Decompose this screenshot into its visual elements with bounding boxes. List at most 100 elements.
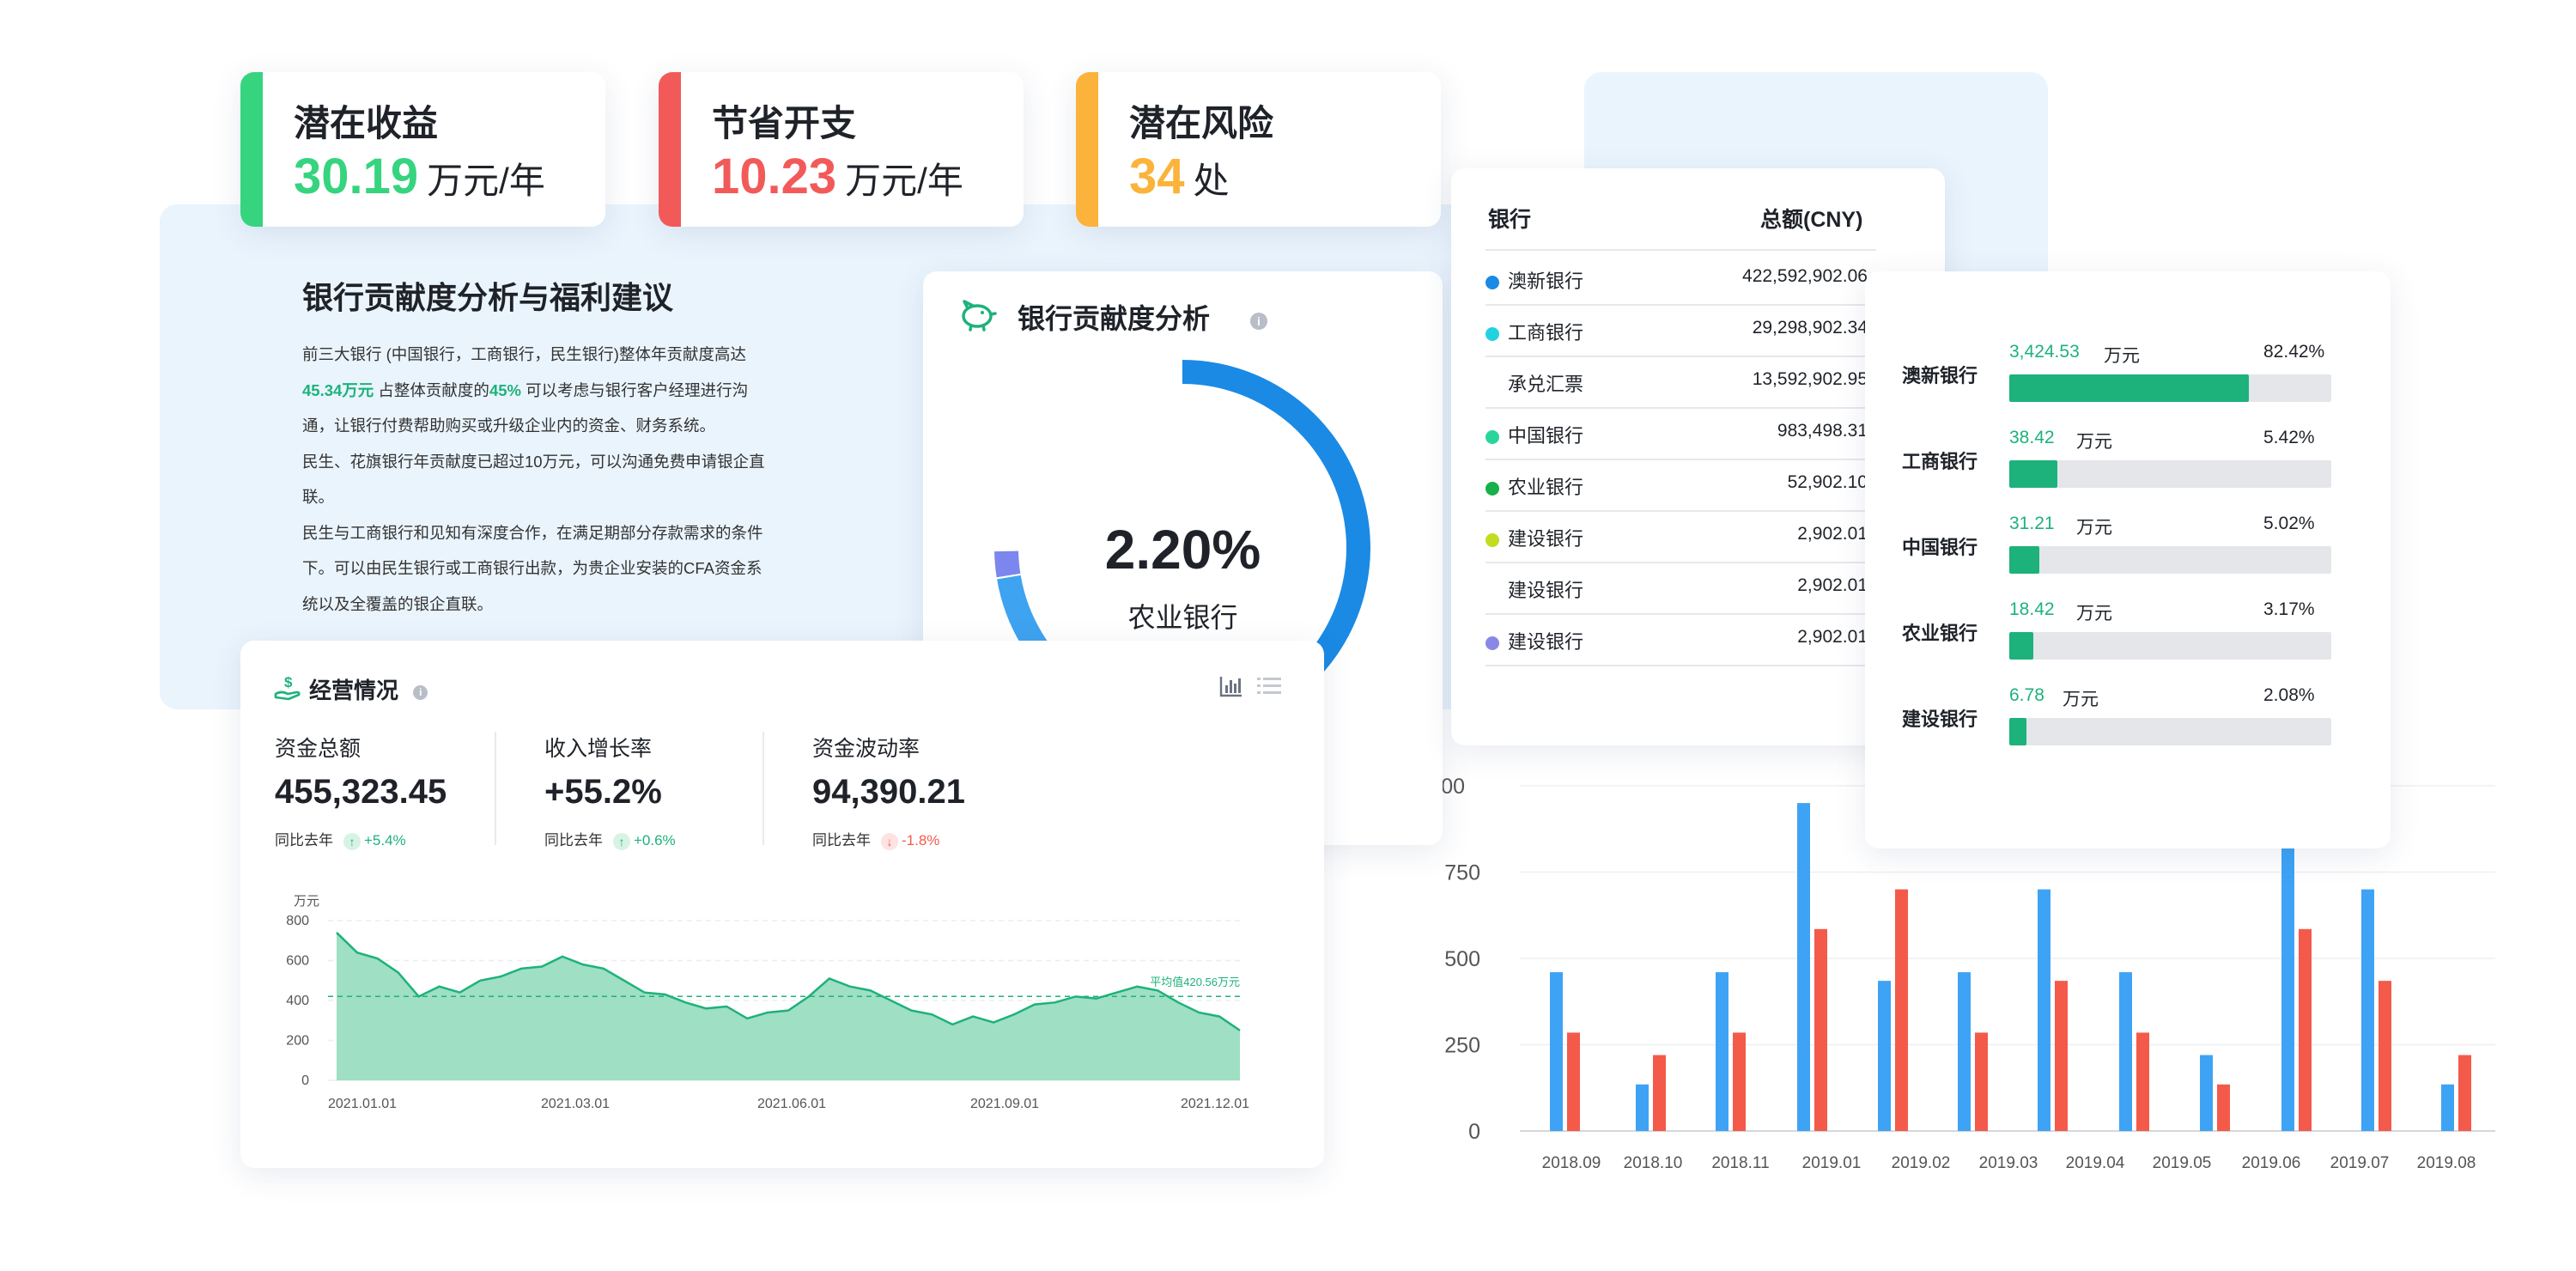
advice-text: 前三大银行 (中国银行，工商银行，民生银行)整体年贡献度高达45.34万元 占整… — [302, 345, 765, 613]
bar[interactable] — [1733, 1032, 1746, 1131]
metric-value-growth-rate: +55.2% — [544, 773, 662, 811]
bar[interactable] — [2136, 1032, 2149, 1131]
area-fill — [337, 932, 1240, 1080]
row-bank-name: 建设银行 — [1508, 631, 1584, 653]
bar[interactable] — [2299, 928, 2312, 1131]
table-row[interactable]: 建设银行 2,902.01 — [1485, 512, 1876, 563]
bar[interactable] — [2200, 1055, 2213, 1131]
operations-title: 经营情况 i — [309, 673, 428, 705]
x-tick-label: 2019.03 — [1979, 1154, 2038, 1172]
ratio-progress-fill — [2009, 374, 2250, 402]
kpi-value: 10.23 — [712, 149, 837, 204]
metric-compare-total-funds: 同比去年 ↑ +5.4% — [275, 832, 406, 850]
ratio-unit: 万元 — [2063, 690, 2099, 709]
table-row[interactable]: 中国银行 983,498.31 — [1485, 409, 1876, 460]
table-row[interactable]: 农业银行 52,902.10 — [1485, 460, 1876, 512]
bar[interactable] — [1975, 1032, 1988, 1131]
x-tick-label: 2018.10 — [1624, 1154, 1683, 1172]
table-row[interactable]: 澳新银行 422,592,902.06 — [1485, 254, 1876, 306]
table-row[interactable]: 建设银行 2,902.01 — [1485, 563, 1876, 615]
table-header-divider — [1485, 249, 1876, 251]
kpi-value: 34 — [1129, 149, 1185, 204]
legend-dot — [1485, 430, 1499, 444]
advice-paragraph-2: 民生、花旗银行年贡献度已超过10万元，可以沟通免费申请银企直联。 — [302, 452, 765, 507]
bar[interactable] — [1550, 972, 1563, 1131]
info-icon[interactable]: i — [413, 684, 428, 700]
kpi-card-potential-income: 潜在收益 30.19 万元/年 — [240, 72, 605, 227]
bar[interactable] — [2055, 981, 2068, 1131]
bar[interactable] — [2441, 1084, 2454, 1131]
bar[interactable] — [2361, 889, 2374, 1131]
kpi-card-potential-risk: 潜在风险 34 处 — [1076, 72, 1441, 227]
legend-dot — [1485, 276, 1499, 289]
bar[interactable] — [2038, 889, 2050, 1131]
table-row[interactable]: 承兑汇票 13,592,902.95 — [1485, 357, 1876, 409]
row-amount: 2,902.01 — [1797, 575, 1868, 595]
highlight-amount: 45.34万元 — [302, 380, 374, 399]
x-tick-label: 2019.02 — [1892, 1154, 1951, 1172]
table-row[interactable]: 建设银行 2,902.01 — [1485, 615, 1876, 666]
ratio-progress-track — [2009, 374, 2331, 402]
metric-value-volatility: 94,390.21 — [812, 773, 965, 811]
bar[interactable] — [1895, 889, 1908, 1131]
table-row[interactable]: 工商银行 29,298,902.34 — [1485, 306, 1876, 357]
y-tick-label: 800 — [286, 914, 309, 928]
highlight-percent: 45% — [489, 380, 521, 399]
bar[interactable] — [1797, 803, 1810, 1131]
ratio-amount: 3,424.53 — [2009, 342, 2080, 362]
legend-dot — [1485, 379, 1499, 392]
list-view-icon[interactable] — [1257, 677, 1281, 696]
metric-label-growth-rate: 收入增长率 — [544, 737, 653, 761]
row-amount: 2,902.01 — [1797, 524, 1868, 544]
ratio-percent: 5.42% — [2263, 428, 2315, 447]
x-tick-label: 2019.01 — [1802, 1154, 1862, 1172]
x-tick-label: 2021.09.01 — [970, 1097, 1039, 1111]
bar[interactable] — [1653, 1055, 1666, 1131]
row-amount: 422,592,902.06 — [1742, 266, 1868, 286]
row-bank-name: 中国银行 — [1508, 425, 1584, 447]
ratio-progress-track — [2009, 632, 2331, 660]
ratio-progress-fill — [2009, 546, 2040, 574]
ratio-percent: 82.42% — [2263, 342, 2325, 362]
arrow-up-icon: ↑ — [343, 832, 361, 850]
bar[interactable] — [1716, 972, 1728, 1131]
ratio-unit: 万元 — [2076, 604, 2112, 623]
x-tick-label: 2021.06.01 — [757, 1097, 826, 1111]
kpi-accent-bar — [240, 72, 263, 227]
ratio-bank-name: 工商银行 — [1902, 451, 1978, 472]
ratio-percent: 2.08% — [2263, 685, 2315, 705]
table-header-amount: 总额(CNY) — [1760, 208, 1863, 232]
bar[interactable] — [1636, 1084, 1649, 1131]
legend-dot — [1485, 327, 1499, 341]
bar[interactable] — [1878, 981, 1891, 1131]
metric-compare-volatility: 同比去年 ↓ -1.8% — [812, 832, 940, 850]
bar-chart-view-icon[interactable] — [1219, 675, 1243, 697]
bar[interactable] — [1567, 1032, 1580, 1131]
ratio-unit: 万元 — [2076, 518, 2112, 538]
kpi-unit: 处 — [1193, 161, 1230, 201]
advice-paragraph-3: 民生与工商银行和见知有深度合作，在满足期部分存款需求的条件下。可以由民生银行或工… — [302, 523, 763, 613]
average-label: 平均值420.56万元 — [1150, 976, 1240, 988]
metric-label-volatility: 资金波动率 — [812, 737, 920, 761]
y-tick-label: 250 — [1444, 1034, 1480, 1058]
row-bank-name: 工商银行 — [1508, 322, 1584, 344]
bar[interactable] — [2458, 1055, 2471, 1131]
row-bank-name: 承兑汇票 — [1508, 374, 1584, 395]
x-tick-label: 2018.09 — [1542, 1154, 1601, 1172]
bar[interactable] — [2119, 972, 2132, 1131]
donut-center-value: 2.20% — [1104, 519, 1261, 581]
bar[interactable] — [1958, 972, 1971, 1131]
ratio-bank-name: 建设银行 — [1902, 708, 1978, 730]
bar[interactable] — [2379, 981, 2391, 1131]
arrow-down-icon: ↓ — [881, 832, 898, 850]
row-amount: 52,902.10 — [1787, 472, 1868, 492]
y-tick-label: 600 — [286, 954, 309, 969]
row-amount: 13,592,902.95 — [1752, 369, 1868, 389]
x-tick-label: 2019.04 — [2066, 1154, 2125, 1172]
bar[interactable] — [2217, 1084, 2230, 1131]
y-tick-label: 400 — [286, 994, 309, 1008]
ratio-progress-track — [2009, 718, 2331, 745]
y-axis-unit: 万元 — [294, 894, 319, 909]
bar[interactable] — [1814, 928, 1827, 1131]
y-tick-label: 500 — [1444, 947, 1480, 971]
